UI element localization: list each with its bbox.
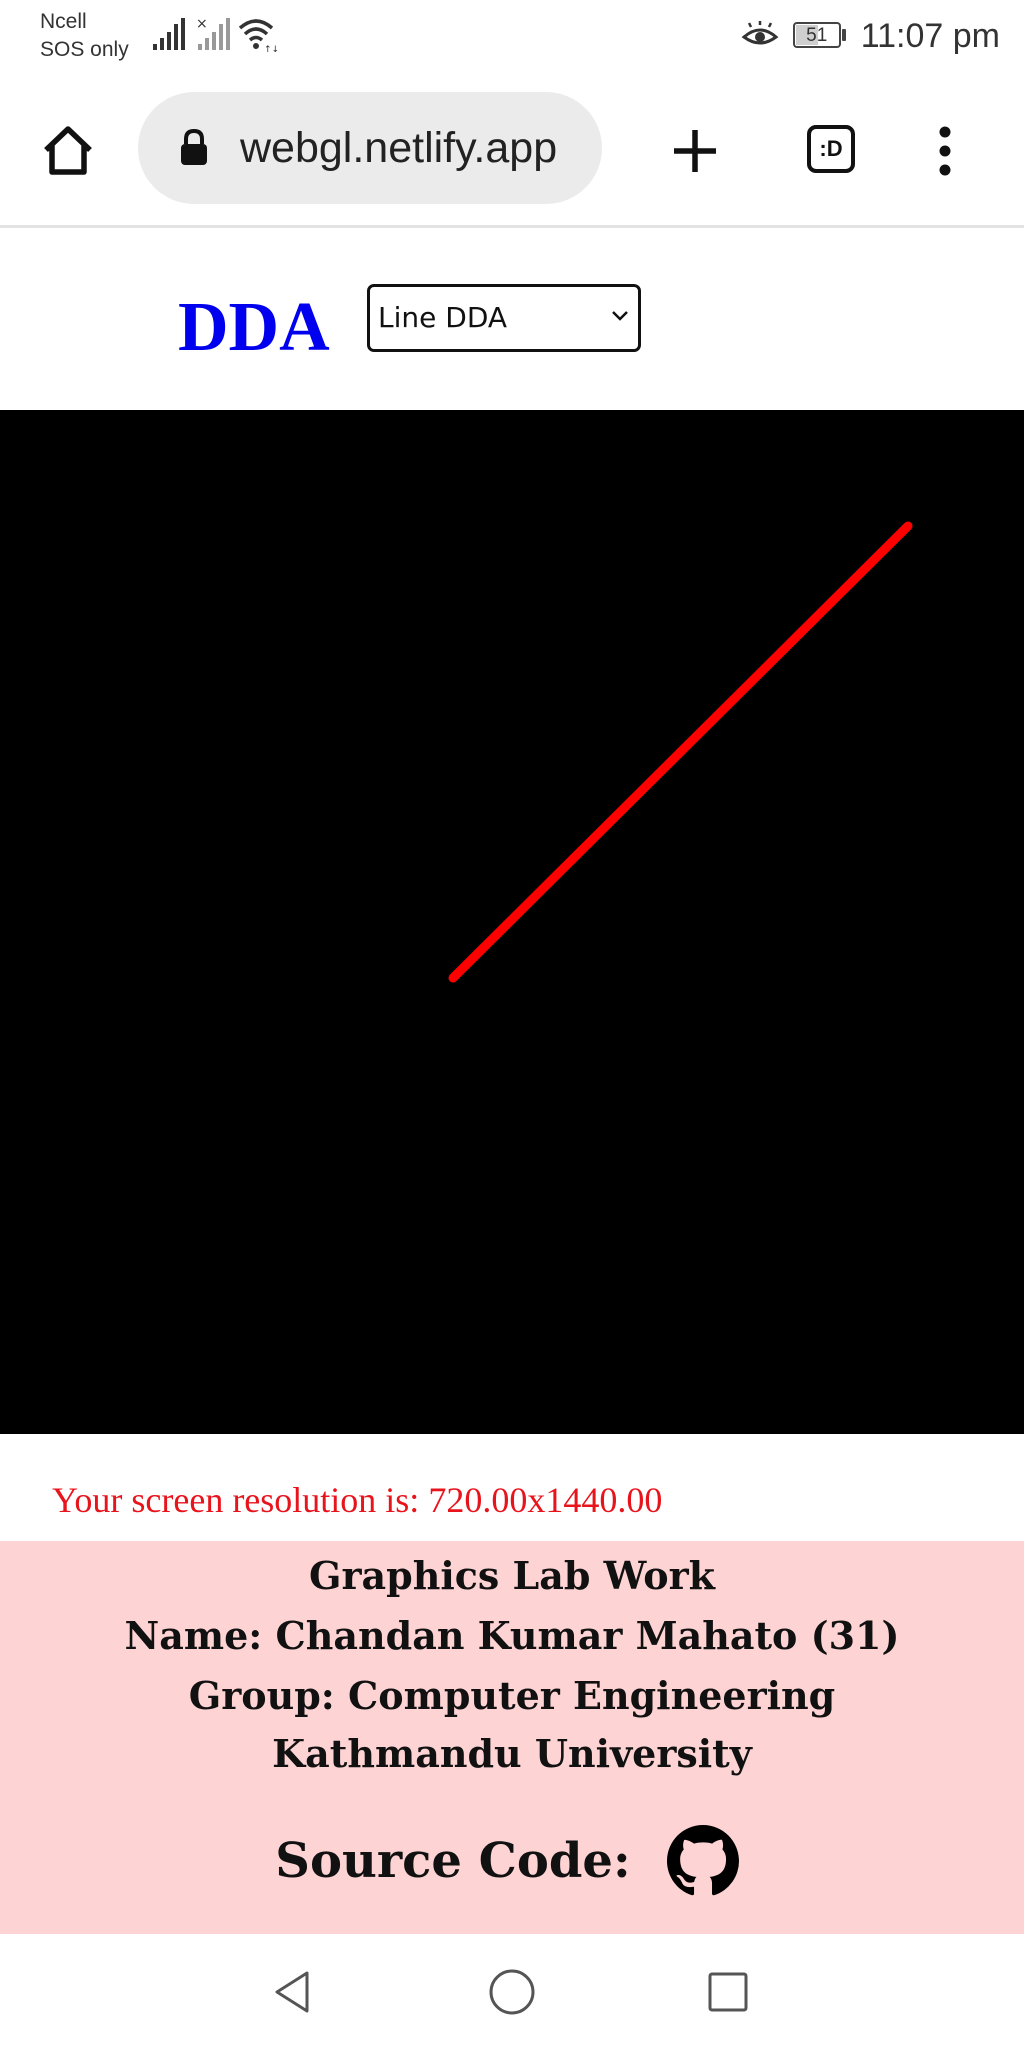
clock: 11:07 pm bbox=[860, 16, 1000, 55]
tabs-button[interactable]: :D bbox=[800, 118, 862, 180]
dda-line bbox=[448, 521, 913, 983]
footer-title: Graphics Lab Work bbox=[309, 1553, 715, 1598]
recents-icon bbox=[708, 1972, 748, 2012]
navigation-bar bbox=[0, 1934, 1024, 2048]
status-right: 51 11:07 pm bbox=[741, 14, 1000, 58]
svg-text:↑↓: ↑↓ bbox=[264, 45, 279, 54]
github-icon[interactable] bbox=[666, 1825, 739, 1897]
back-button[interactable] bbox=[262, 1962, 322, 2022]
chevron-down-icon bbox=[612, 311, 628, 321]
lock-icon bbox=[181, 128, 207, 165]
webgl-canvas[interactable] bbox=[0, 410, 1024, 1434]
eye-comfort-icon bbox=[741, 21, 779, 45]
plus-icon bbox=[674, 130, 716, 172]
wifi-icon: ↑↓ bbox=[238, 19, 279, 54]
footer: Graphics Lab Work Name: Chandan Kumar Ma… bbox=[0, 1541, 1024, 1934]
page-title: DDA bbox=[178, 289, 330, 366]
page-header: DDA Line DDA bbox=[0, 228, 1024, 410]
home-circle-icon bbox=[489, 1969, 535, 2015]
signal-icon: × ↑↓ bbox=[153, 16, 279, 54]
status-bar: Ncell SOS only × ↑↓ 51 11:07 pm bbox=[0, 0, 1024, 72]
footer-university: Kathmandu University bbox=[272, 1731, 752, 1776]
battery-level: 51 bbox=[806, 25, 828, 46]
canvas-drawing bbox=[448, 521, 913, 983]
tabs-icon: :D bbox=[807, 125, 855, 173]
more-vert-icon bbox=[939, 126, 951, 176]
resolution-text: Your screen resolution is: 720.00x1440.0… bbox=[52, 1480, 663, 1520]
carrier-info: Ncell SOS only bbox=[40, 8, 129, 64]
browser-toolbar: webgl.netlify.app :D bbox=[0, 72, 1024, 228]
source-code-row: Source Code: bbox=[0, 1821, 1024, 1901]
svg-text:×: × bbox=[196, 16, 208, 32]
home-icon bbox=[44, 126, 92, 175]
url-text: webgl.netlify.app bbox=[240, 124, 558, 172]
recents-button[interactable] bbox=[698, 1962, 758, 2022]
home-button[interactable] bbox=[36, 118, 100, 182]
algorithm-select-value: Line DDA bbox=[378, 301, 508, 334]
back-icon bbox=[275, 1971, 309, 2013]
no-signal-icon: × bbox=[196, 16, 230, 50]
home-nav-button[interactable] bbox=[482, 1962, 542, 2022]
address-bar[interactable]: webgl.netlify.app bbox=[138, 92, 602, 204]
footer-group: Group: Computer Engineering bbox=[188, 1673, 836, 1718]
menu-button[interactable] bbox=[920, 116, 970, 186]
algorithm-select[interactable]: Line DDA bbox=[367, 284, 641, 352]
footer-name: Name: Chandan Kumar Mahato (31) bbox=[124, 1613, 900, 1658]
carrier-name: Ncell bbox=[40, 10, 87, 33]
carrier-status: SOS only bbox=[40, 38, 129, 61]
new-tab-button[interactable] bbox=[660, 116, 730, 186]
battery-icon: 51 bbox=[792, 22, 847, 50]
source-code-label: Source Code: bbox=[275, 1833, 631, 1889]
